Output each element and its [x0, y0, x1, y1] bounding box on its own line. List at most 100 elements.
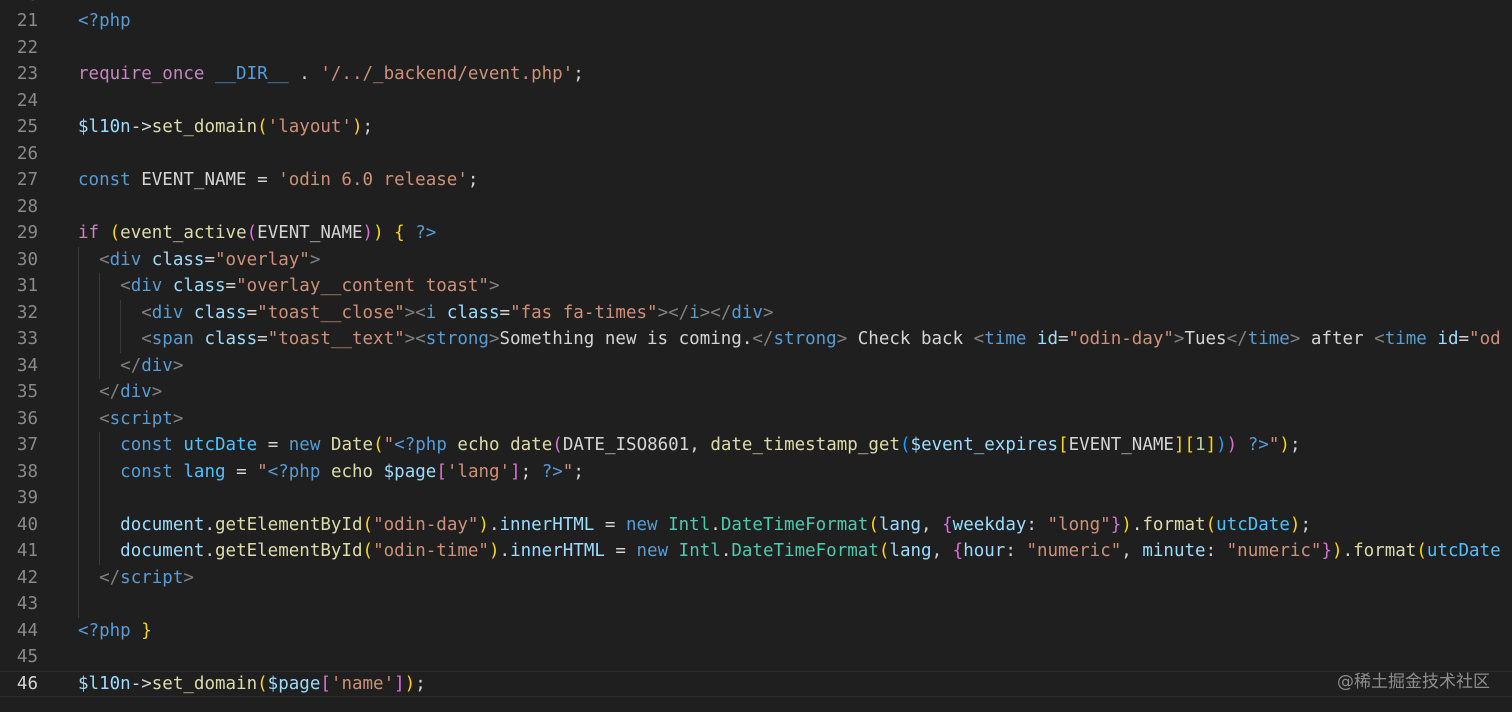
code-line[interactable]: 40 document.getElementById("odin-day").i…	[0, 511, 1512, 539]
line-number: 40	[16, 514, 38, 535]
code-line[interactable]: 43	[0, 591, 1512, 618]
code-token: >	[488, 276, 500, 296]
code-token: )	[373, 223, 384, 243]
code-token: =	[246, 302, 258, 323]
code-text[interactable]: const EVENT_NAME = 'odin 6.0 release';	[78, 167, 1512, 194]
code-token: =	[499, 302, 511, 323]
code-line[interactable]: 25 $l10n->set_domain('layout');	[0, 114, 1512, 141]
code-token: ?>	[415, 223, 437, 243]
line-number: 45	[16, 647, 38, 667]
code-token: <	[141, 329, 152, 349]
code-line[interactable]: 30 <div class="overlay">	[0, 246, 1512, 274]
code-line[interactable]: 37 const utcDate = new Date("<?php echo …	[0, 432, 1512, 459]
code-text[interactable]: require_once __DIR__ . '/../_backend/eve…	[78, 61, 1512, 88]
code-editor[interactable]: 20 21 <?php 22 23 require_once __DIR__ . '/..…	[0, 0, 1512, 712]
code-text[interactable]: </script>	[78, 565, 1512, 592]
code-text[interactable]: $l10n->set_domain($page['name']);	[78, 671, 1512, 698]
code-token: =	[257, 329, 268, 349]
code-line[interactable]: 46 $l10n->set_domain($page['name']);	[0, 670, 1512, 698]
indent-guide	[78, 485, 79, 512]
code-text[interactable]: <div class="overlay__content toast">	[78, 273, 1512, 300]
line-number: 21	[16, 11, 38, 31]
code-token: <?php	[267, 461, 321, 482]
code-line[interactable]: 42 </script>	[0, 564, 1512, 592]
code-line[interactable]: 28	[0, 194, 1512, 221]
code-text[interactable]: <?php }	[78, 618, 1512, 645]
code-line[interactable]: 24	[0, 88, 1512, 115]
code-line[interactable]: 39	[0, 485, 1512, 512]
code-text[interactable]: </div>	[78, 379, 1512, 406]
code-text[interactable]: <div class="overlay">	[78, 247, 1512, 274]
code-line[interactable]: 27 const EVENT_NAME = 'odin 6.0 release';	[0, 167, 1512, 194]
code-line[interactable]: 32 <div class="toast__close"><i class="f…	[0, 299, 1512, 327]
code-line[interactable]: 23 require_once __DIR__ . '/../_backend/e…	[0, 61, 1512, 88]
code-token: new	[636, 541, 669, 561]
code-text[interactable]: $l10n->set_domain('layout');	[78, 114, 1512, 141]
code-text[interactable]: document.getElementById("odin-time").inn…	[78, 538, 1512, 565]
code-text[interactable]: const lang = "<?php echo $page['lang']; …	[78, 459, 1512, 486]
code-text[interactable]: const utcDate = new Date("<?php echo dat…	[78, 432, 1512, 459]
code-token: )	[1289, 514, 1301, 535]
code-text[interactable]: document.getElementById("odin-day").inne…	[78, 512, 1512, 539]
code-line[interactable]: 20	[0, 0, 1512, 8]
code-token: minute	[1142, 541, 1206, 561]
code-line[interactable]: 29 if (event_active(EVENT_NAME)) { ?>	[0, 220, 1512, 247]
code-line[interactable]: 26	[0, 141, 1512, 168]
code-token: </	[99, 567, 121, 588]
code-text[interactable]: <script>	[78, 406, 1512, 433]
line-number: 43	[16, 594, 38, 614]
code-line[interactable]: 44 <?php }	[0, 618, 1512, 645]
code-token: utcDate	[183, 435, 258, 455]
code-line[interactable]: 22	[0, 35, 1512, 62]
code-line[interactable]: 21 <?php	[0, 8, 1512, 35]
code-line[interactable]: 41 document.getElementById("odin-time").…	[0, 538, 1512, 565]
code-lines[interactable]: 20 21 <?php 22 23 require_once __DIR__ . '/..…	[0, 0, 1512, 697]
line-number: 38	[16, 461, 38, 482]
code-line[interactable]: 35 </div>	[0, 379, 1512, 406]
code-line[interactable]: 33 <span class="toast__text"><strong>Som…	[0, 326, 1512, 353]
code-text[interactable]: <?php	[78, 8, 1512, 35]
code-text[interactable]: </div>	[78, 353, 1512, 380]
code-token: >	[172, 355, 184, 376]
code-line[interactable]: 31 <div class="overlay__content toast">	[0, 273, 1512, 300]
code-token: ?>	[1247, 435, 1269, 455]
code-token: innerHTML	[499, 514, 595, 535]
code-text[interactable]: <span class="toast__text"><strong>Someth…	[78, 326, 1512, 353]
code-text[interactable]: <div class="toast__close"><i class="fas …	[78, 300, 1512, 327]
code-token: format	[1142, 514, 1206, 535]
code-token: $l10n	[78, 117, 131, 137]
code-token: <	[99, 408, 110, 429]
code-line[interactable]: 45	[0, 644, 1512, 671]
code-token: (	[373, 435, 384, 455]
code-text[interactable]: if (event_active(EVENT_NAME)) { ?>	[78, 220, 1512, 247]
code-token: lang	[878, 514, 922, 535]
code-token: document	[120, 541, 205, 561]
code-token: >	[172, 408, 184, 429]
code-token: utcDate	[1216, 514, 1290, 535]
code-token: </	[120, 355, 142, 376]
code-token: [	[320, 673, 331, 694]
code-token: getElementById	[215, 541, 363, 561]
code-line[interactable]: 36 <script>	[0, 405, 1512, 433]
code-token: DateTimeFormat	[731, 541, 879, 561]
code-line[interactable]: 38 const lang = "<?php echo $page['lang'…	[0, 458, 1512, 486]
code-token: ;	[1289, 435, 1301, 455]
code-line[interactable]: 34 </div>	[0, 352, 1512, 380]
code-token: (	[899, 435, 911, 455]
code-token: lang	[889, 541, 932, 561]
code-token: ;	[415, 673, 426, 694]
code-token: id	[1036, 329, 1058, 349]
code-token: =	[257, 435, 289, 455]
code-token: div	[151, 302, 184, 323]
code-token: EVENT_NAME	[257, 223, 363, 243]
line-number: 27	[16, 170, 38, 190]
code-token: div	[109, 249, 142, 270]
